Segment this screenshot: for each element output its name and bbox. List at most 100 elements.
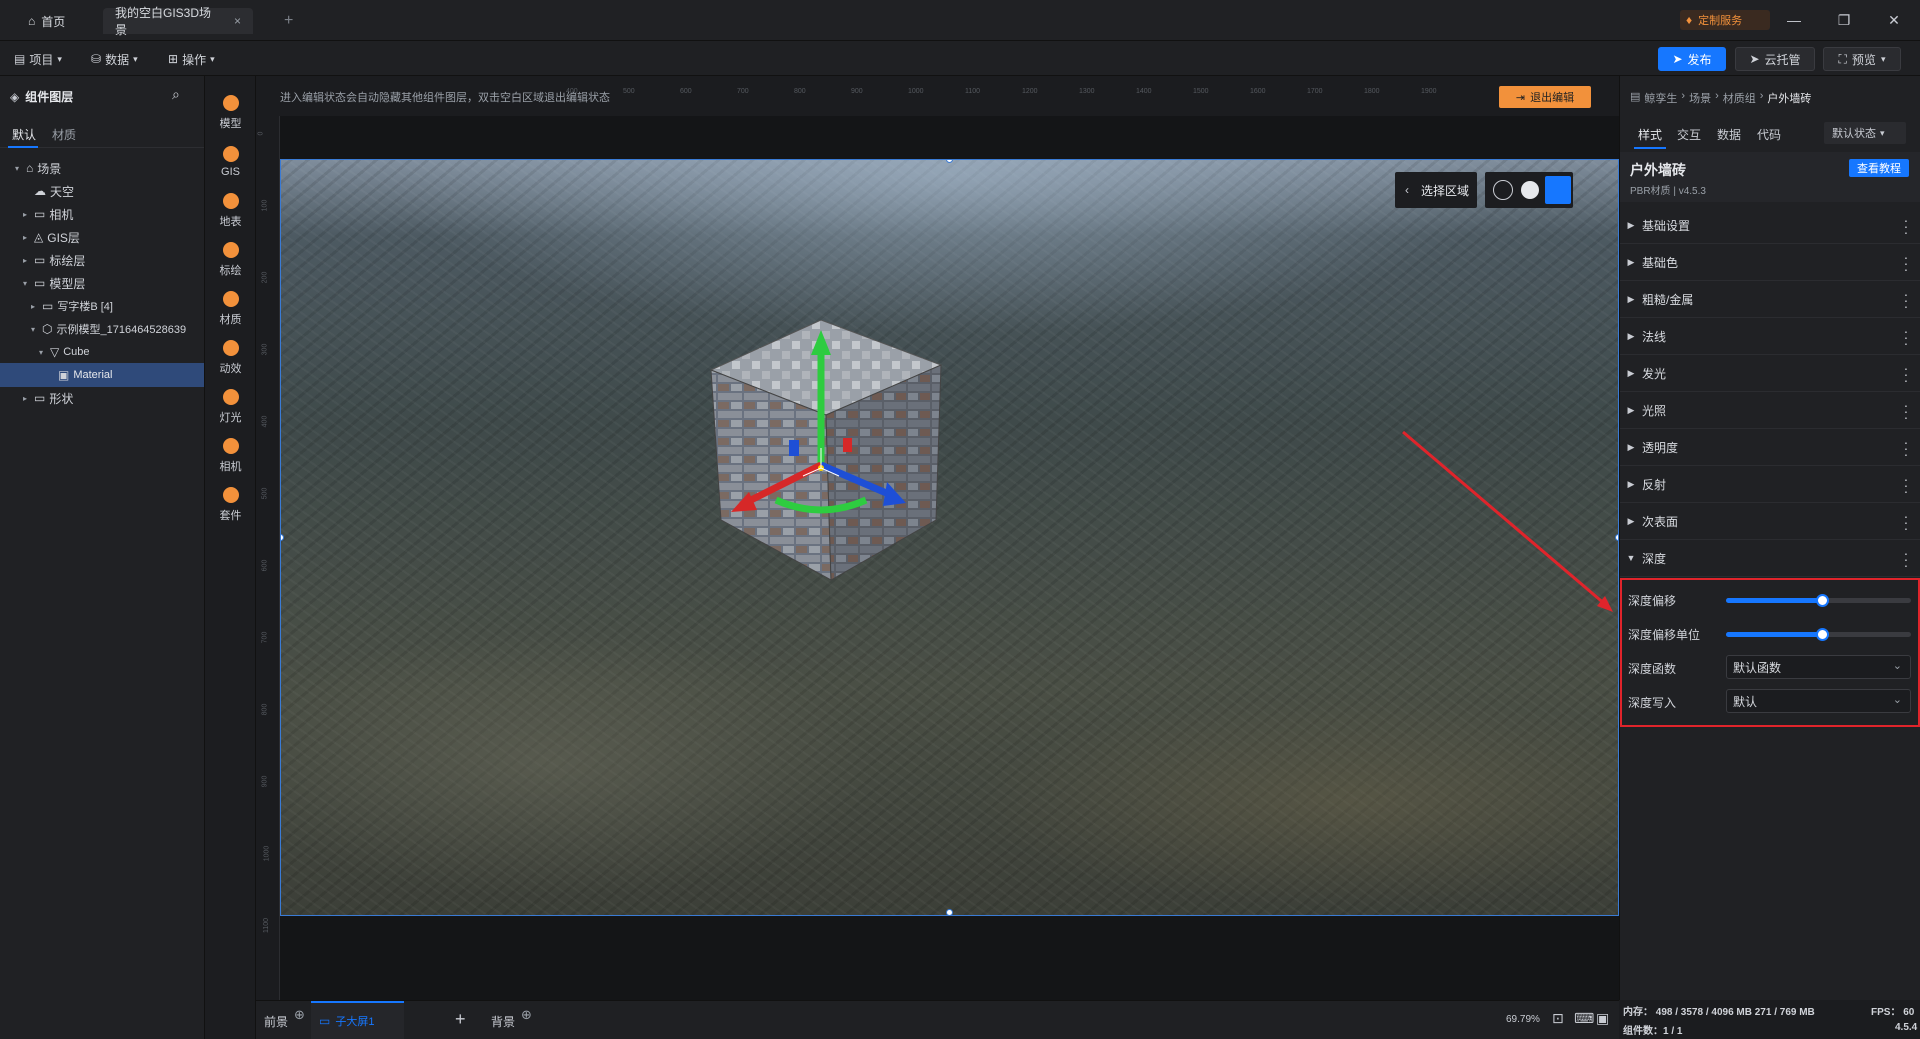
more-icon[interactable]: · · · [1903,287,1909,313]
section-header[interactable]: ▶ 发光 · · · [1620,355,1920,392]
minimize-icon[interactable]: — [1784,10,1804,30]
section-header[interactable]: ▶ 基础色 · · · [1620,244,1920,281]
toolbar-item[interactable]: 地表 [205,186,256,236]
restore-icon[interactable]: ❐ [1834,10,1854,30]
tab-scene[interactable]: 我的空白GIS3D场景 × [103,6,253,37]
tree-item[interactable]: ▸ ◬ GIS层 [0,225,204,249]
depth-func-select[interactable]: 默认函数 ⌄ [1726,655,1911,679]
preview-button[interactable]: ⛶ 预览 ▾ [1823,47,1901,71]
toolbar-item[interactable]: GIS [205,137,256,187]
exit-edit-button[interactable]: ⇥ 退出编辑 [1499,86,1591,108]
caret-icon[interactable]: ▸ [20,256,30,265]
select-area-button[interactable]: ‹ 选择区域 [1395,172,1477,208]
tree-item[interactable]: ▸ ▭ 写字楼B [4] [0,294,204,318]
more-icon[interactable]: · · · [1903,546,1909,572]
tab-interaction[interactable]: 交互 [1677,126,1701,143]
globe-icon[interactable] [1493,180,1513,200]
close-icon[interactable]: ✕ [1884,10,1904,30]
tree-item[interactable]: ▾ ⌂ 场景 [0,156,204,180]
publish-button[interactable]: ➤ 发布 [1658,47,1726,71]
tab-home[interactable]: ⌂ 首页 [16,8,77,34]
add-circle-icon[interactable]: ⊕ [294,1007,305,1023]
tab-default[interactable]: 默认 [12,126,36,143]
breadcrumb-item[interactable]: 材质组 [1723,90,1756,106]
section-header[interactable]: ▶ 透明度 · · · [1620,429,1920,466]
tab-code[interactable]: 代码 [1757,126,1781,143]
resize-handle-left[interactable] [281,534,284,541]
depth-offset-unit-slider[interactable] [1726,628,1911,641]
tree-item[interactable]: ☁ 天空 [0,179,204,203]
section-header[interactable]: ▶ 光照 · · · [1620,392,1920,429]
tab-material[interactable]: 材质 [52,126,76,143]
more-icon[interactable]: · · · [1903,324,1909,350]
more-icon[interactable]: · · · [1903,509,1909,535]
section-header[interactable]: ▶ 次表面 · · · [1620,503,1920,540]
search-icon[interactable]: ⌕ [172,86,180,103]
caret-icon[interactable]: ▾ [12,164,22,173]
caret-icon[interactable]: ▾ [28,325,38,334]
more-icon[interactable]: · · · [1903,398,1909,424]
slider-knob[interactable] [1816,628,1830,641]
toolbar-item[interactable]: 标绘 [205,235,256,285]
more-icon[interactable]: · · · [1903,472,1909,498]
sphere-icon[interactable] [1521,181,1539,199]
tree-item[interactable]: ▸ ▭ 相机 [0,202,204,226]
more-icon[interactable]: · · · [1903,435,1909,461]
tab-data[interactable]: 数据 [1717,126,1741,143]
foreground-tab[interactable]: 前景 [264,1013,288,1030]
state-select[interactable]: 默认状态 ▾ [1824,122,1906,144]
section-header[interactable]: ▼ 深度 · · · [1620,540,1920,577]
section-header[interactable]: ▶ 法线 · · · [1620,318,1920,355]
section-header[interactable]: ▶ 反射 · · · [1620,466,1920,503]
background-tab[interactable]: 背景 [491,1013,515,1030]
toolbar-item[interactable]: 模型 [205,88,256,138]
terminal-icon[interactable]: ▣ [1596,1010,1609,1027]
tree-item[interactable]: ▾ ▭ 模型层 [0,271,204,295]
slider-knob[interactable] [1816,594,1830,607]
toolbar-item[interactable]: 灯光 [205,382,256,432]
caret-icon[interactable]: ▸ [28,302,38,311]
caret-icon[interactable]: ▸ [20,210,30,219]
depth-offset-slider[interactable] [1726,594,1911,607]
tree-item[interactable]: ▸ ▭ 标绘层 [0,248,204,272]
plus-icon[interactable]: + [272,8,305,34]
section-header[interactable]: ▶ 粗糙/金属 · · · [1620,281,1920,318]
more-icon[interactable]: · · · [1903,250,1909,276]
view-tutorial-button[interactable]: 查看教程 [1849,159,1909,177]
menu-data[interactable]: ⛁ 数据 ▾ [91,49,138,69]
orbit-icon[interactable] [1545,176,1571,204]
resize-handle-top[interactable] [946,160,953,163]
custom-service-button[interactable]: ♦ 定制服务 [1680,10,1770,30]
plus-icon[interactable]: + [455,1009,466,1030]
tree-item[interactable]: ▾ ▽ Cube [0,340,204,364]
section-header[interactable]: ▶ 基础设置 · · · [1620,207,1920,244]
cloud-host-button[interactable]: ➤ 云托管 [1735,47,1815,71]
toolbar-item[interactable]: 相机 [205,431,256,481]
screen-tab[interactable]: ▭ 子大屏1 [311,1001,404,1039]
close-icon[interactable]: × [234,14,241,28]
toolbar-item[interactable]: 材质 [205,284,256,334]
more-icon[interactable]: · · · [1903,361,1909,387]
3d-scene-viewport[interactable]: ‹ 选择区域 [280,159,1619,916]
resize-handle-bottom[interactable] [946,909,953,915]
caret-icon[interactable]: ▸ [20,394,30,403]
breadcrumb-item[interactable]: 鲸孪生 [1644,90,1677,106]
tree-item[interactable]: ▸ ▭ 形状 [0,386,204,410]
tree-item[interactable]: ▾ ⬡ 示例模型_1716464528639 [0,317,204,341]
toolbar-item[interactable]: 套件 [205,480,256,530]
fit-screen-icon[interactable]: ⊡ [1552,1010,1564,1027]
caret-icon[interactable]: ▾ [36,348,46,357]
cube-model[interactable] [691,320,981,610]
add-circle-icon[interactable]: ⊕ [521,1007,532,1023]
caret-icon[interactable]: ▾ [20,279,30,288]
toolbar-item[interactable]: 动效 [205,333,256,383]
caret-icon[interactable]: ▸ [20,233,30,242]
tree-item[interactable]: ▣ Material [0,363,204,387]
tab-style[interactable]: 样式 [1638,126,1662,143]
more-icon[interactable]: · · · [1903,213,1909,239]
depth-write-select[interactable]: 默认 ⌄ [1726,689,1911,713]
menu-project[interactable]: ▤ 项目 ▾ [14,49,62,69]
keyboard-icon[interactable]: ⌨ [1574,1010,1594,1027]
menu-operate[interactable]: ⊞ 操作 ▾ [168,49,215,69]
breadcrumb-item[interactable]: 场景 [1689,90,1711,106]
